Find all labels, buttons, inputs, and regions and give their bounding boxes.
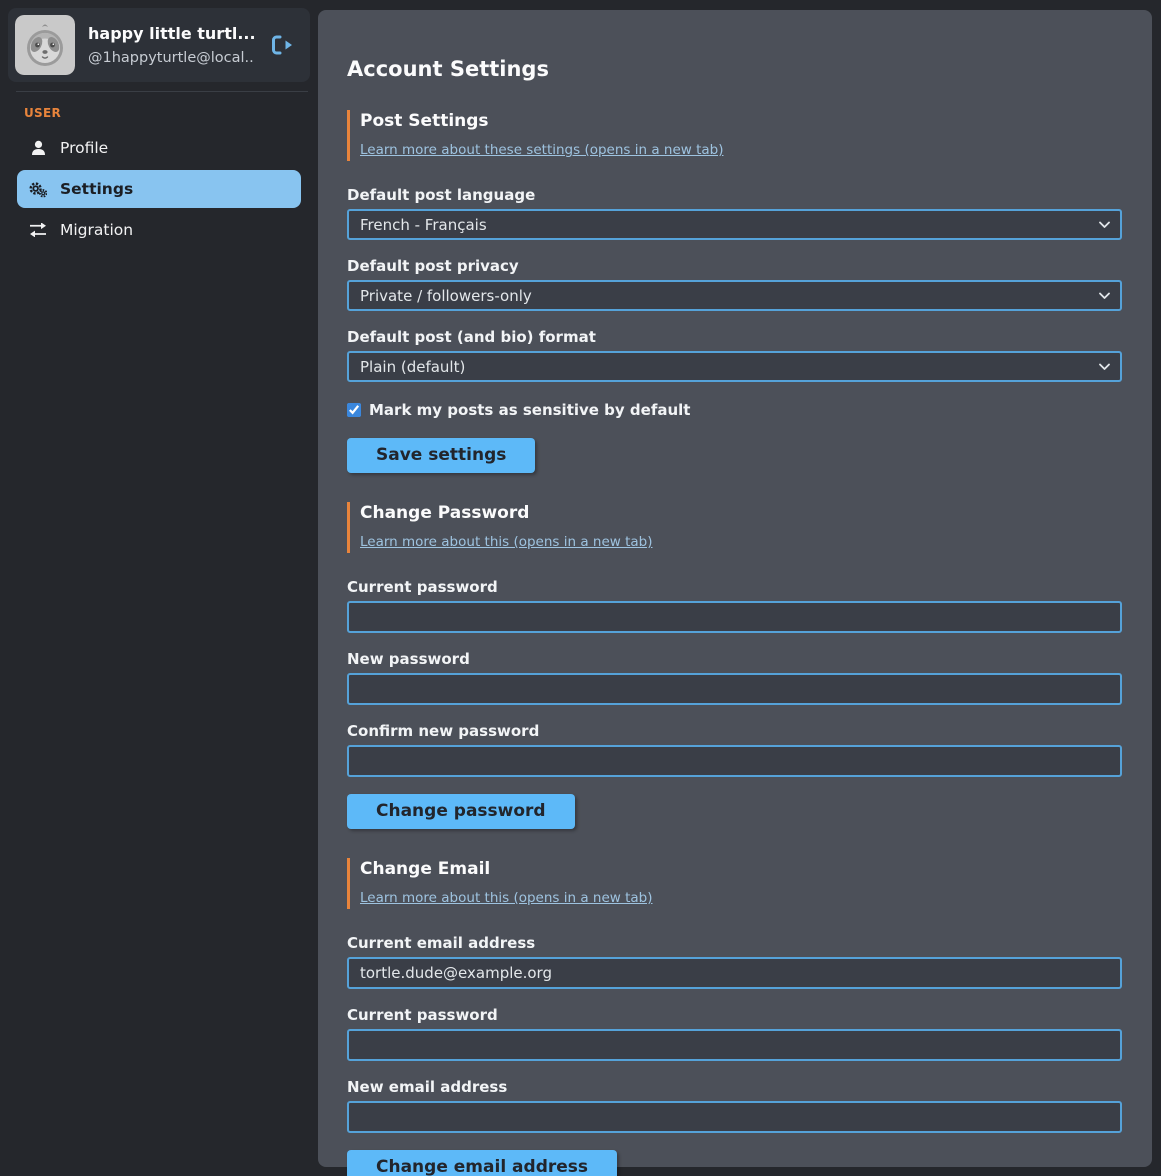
change-password-section-header: Change Password Learn more about this (o…: [347, 502, 1122, 553]
current-email-label: Current email address: [347, 934, 1122, 952]
sidebar-item-label: Settings: [60, 180, 133, 198]
current-password-field: Current password: [347, 578, 1122, 633]
user-meta: happy little turtl... @1happyturtle@loca…: [88, 24, 255, 66]
change-email-learn-more-link[interactable]: Learn more about this (opens in a new ta…: [360, 890, 653, 906]
current-email-input[interactable]: [347, 957, 1122, 989]
sidebar: happy little turtl... @1happyturtle@loca…: [0, 0, 318, 1176]
new-email-label: New email address: [347, 1078, 1122, 1096]
current-password-label: Current password: [347, 578, 1122, 596]
default-post-language-label: Default post language: [347, 186, 1122, 204]
new-email-input[interactable]: [347, 1101, 1122, 1133]
post-settings-heading: Post Settings: [360, 111, 1122, 131]
settings-panel: Account Settings Post Settings Learn mor…: [318, 10, 1152, 1167]
sidebar-item-profile[interactable]: Profile: [17, 129, 301, 167]
sensitive-by-default-checkbox[interactable]: [347, 403, 361, 417]
change-password-heading: Change Password: [360, 503, 1122, 523]
avatar: [15, 15, 75, 75]
confirm-new-password-input[interactable]: [347, 745, 1122, 777]
app-root: happy little turtl... @1happyturtle@loca…: [0, 0, 1161, 1176]
new-email-field: New email address: [347, 1078, 1122, 1133]
current-password-input[interactable]: [347, 601, 1122, 633]
sensitive-by-default-label: Mark my posts as sensitive by default: [369, 401, 690, 419]
email-current-password-label: Current password: [347, 1006, 1122, 1024]
change-password-button[interactable]: Change password: [347, 794, 575, 829]
sidebar-section-user: USER: [8, 96, 310, 126]
post-settings-learn-more-link[interactable]: Learn more about these settings (opens i…: [360, 142, 723, 158]
email-current-password-field: Current password: [347, 1006, 1122, 1061]
sidebar-item-settings[interactable]: Settings: [17, 170, 301, 208]
exchange-arrows-icon: [29, 223, 47, 237]
confirm-new-password-field: Confirm new password: [347, 722, 1122, 777]
default-post-privacy-label: Default post privacy: [347, 257, 1122, 275]
default-post-format-field: Default post (and bio) format Plain (def…: [347, 328, 1122, 382]
default-post-format-label: Default post (and bio) format: [347, 328, 1122, 346]
sign-out-icon: [270, 34, 294, 56]
confirm-new-password-label: Confirm new password: [347, 722, 1122, 740]
logout-button[interactable]: [268, 32, 296, 58]
default-post-language-select[interactable]: French - Français: [347, 209, 1122, 240]
sidebar-item-label: Profile: [60, 139, 108, 157]
new-password-label: New password: [347, 650, 1122, 668]
change-password-learn-more-link[interactable]: Learn more about this (opens in a new ta…: [360, 534, 653, 550]
new-password-field: New password: [347, 650, 1122, 705]
post-settings-section-header: Post Settings Learn more about these set…: [347, 110, 1122, 161]
sidebar-item-migration[interactable]: Migration: [17, 211, 301, 249]
default-post-format-select[interactable]: Plain (default): [347, 351, 1122, 382]
sidebar-nav: Profile Settings: [8, 129, 310, 249]
user-card: happy little turtl... @1happyturtle@loca…: [8, 8, 310, 82]
default-post-privacy-field: Default post privacy Private / followers…: [347, 257, 1122, 311]
display-name: happy little turtl...: [88, 24, 255, 43]
current-email-field: Current email address: [347, 934, 1122, 989]
change-email-heading: Change Email: [360, 859, 1122, 879]
default-post-language-field: Default post language French - Français: [347, 186, 1122, 240]
sloth-avatar-image: [15, 15, 75, 75]
account-handle: @1happyturtle@local...: [88, 50, 255, 66]
page-title: Account Settings: [347, 57, 1122, 81]
email-current-password-input[interactable]: [347, 1029, 1122, 1061]
sensitive-by-default-row[interactable]: Mark my posts as sensitive by default: [347, 401, 1122, 419]
gears-icon: [29, 181, 47, 198]
default-post-privacy-select[interactable]: Private / followers-only: [347, 280, 1122, 311]
sidebar-item-label: Migration: [60, 221, 133, 239]
change-email-button[interactable]: Change email address: [347, 1150, 617, 1176]
user-icon: [29, 140, 47, 156]
change-email-section-header: Change Email Learn more about this (open…: [347, 858, 1122, 909]
new-password-input[interactable]: [347, 673, 1122, 705]
save-settings-button[interactable]: Save settings: [347, 438, 535, 473]
sidebar-divider: [16, 91, 308, 92]
